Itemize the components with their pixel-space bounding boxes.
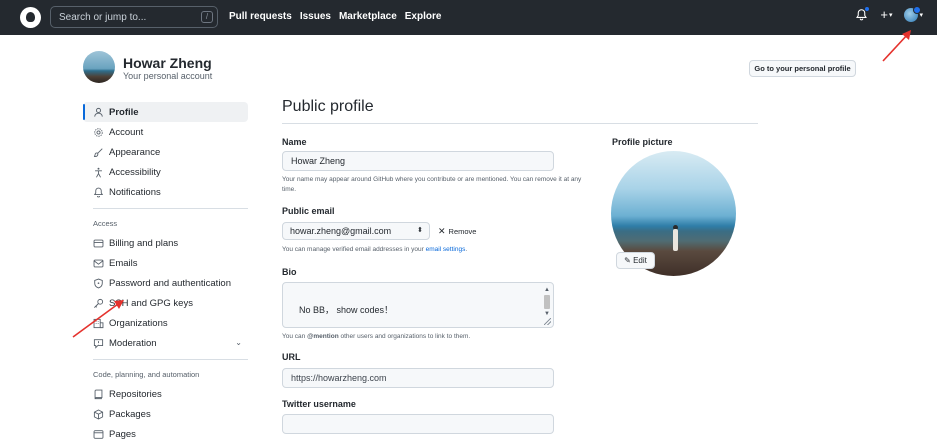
annotation-arrow-ssh	[72, 300, 124, 338]
search-shortcut-key: /	[201, 11, 213, 23]
sidebar-item-label: Emails	[109, 257, 138, 269]
twitter-field[interactable]	[282, 414, 554, 434]
search-input[interactable]: Search or jump to... /	[50, 6, 218, 28]
caret-down-icon: ▾	[888, 12, 893, 19]
top-nav: Pull requests Issues Marketplace Explore	[229, 11, 441, 22]
remove-label: Remove	[448, 227, 477, 236]
header-actions: + ▾ ▾	[855, 6, 923, 22]
annotation-arrow-avatar	[882, 30, 911, 62]
gear-icon	[93, 127, 104, 138]
bio-label: Bio	[282, 267, 297, 277]
photo-person	[673, 229, 678, 251]
scroll-down-icon[interactable]: ▼	[543, 310, 551, 318]
email-note: You can manage verified email addresses …	[282, 245, 582, 255]
email-note-end: .	[465, 246, 468, 253]
github-logo-icon[interactable]	[20, 7, 41, 28]
paintbrush-icon	[93, 147, 104, 158]
sidebar-item-label: Notifications	[109, 186, 161, 198]
select-arrows-icon: ⬍	[417, 227, 423, 234]
bio-value: No BB， show codes！	[299, 305, 394, 315]
edit-picture-button[interactable]: ✎ Edit	[616, 252, 655, 269]
nav-issues[interactable]: Issues	[300, 11, 331, 22]
notifications-bell-icon[interactable]	[855, 6, 871, 22]
sidebar-divider	[93, 359, 248, 360]
bio-note-start: You can	[282, 333, 308, 340]
remove-email-button[interactable]: ✕ Remove	[438, 226, 476, 237]
repo-icon	[93, 389, 104, 400]
unread-dot	[864, 6, 871, 12]
bell-icon	[93, 187, 104, 198]
name-note: Your name may appear around GitHub where…	[282, 176, 582, 193]
sidebar-item-label: Packages	[109, 408, 151, 420]
name-field[interactable]: Howar Zheng	[282, 151, 554, 171]
url-label: URL	[282, 352, 301, 362]
sidebar-item-label: Account	[109, 126, 144, 138]
accessibility-icon	[93, 167, 104, 178]
public-email-value: howar.zheng@gmail.com	[290, 226, 392, 236]
top-header: Search or jump to... / Pull requests Iss…	[0, 0, 937, 35]
x-icon: ✕	[438, 226, 446, 236]
email-note-text: You can manage verified email addresses …	[282, 246, 424, 253]
public-email-label: Public email	[282, 206, 335, 216]
pencil-icon: ✎	[624, 256, 634, 265]
resize-grip-icon[interactable]	[544, 318, 551, 325]
public-email-select[interactable]: howar.zheng@gmail.com ⬍	[282, 222, 430, 240]
email-settings-link[interactable]: email settings	[426, 246, 466, 253]
sidebar-section-code: Code, planning, and automation	[93, 370, 200, 379]
sidebar-item-emails[interactable]: Emails	[83, 253, 248, 273]
sidebar-item-appearance[interactable]: Appearance	[83, 142, 248, 162]
sidebar-section-access: Access	[93, 219, 118, 228]
scroll-up-icon[interactable]: ▲	[543, 286, 551, 294]
go-to-profile-button[interactable]: Go to your personal profile	[749, 60, 856, 77]
user-name: Howar Zheng	[123, 55, 212, 71]
sidebar-item-billing[interactable]: Billing and plans	[83, 233, 248, 253]
sidebar-item-label: Accessibility	[109, 166, 161, 178]
bio-textarea[interactable]: No BB， show codes！ ▲ ▼	[282, 282, 554, 328]
plus-icon: +	[880, 7, 888, 22]
user-avatar	[83, 51, 115, 83]
mail-icon	[93, 258, 104, 269]
user-menu[interactable]: ▾	[904, 6, 923, 22]
mention-text: @mention	[307, 333, 339, 340]
sidebar-divider	[93, 208, 248, 209]
sidebar-item-label: Appearance	[109, 146, 161, 158]
sidebar-item-label: Repositories	[109, 388, 162, 400]
user-avatar-small	[904, 6, 922, 22]
credit-card-icon	[93, 238, 104, 249]
name-label: Name	[282, 137, 307, 147]
person-icon	[93, 107, 104, 118]
bio-note-text: other users and organizations to link to…	[338, 333, 471, 340]
settings-sidebar: Profile Account Appearance Accessibility…	[83, 102, 248, 444]
shield-lock-icon	[93, 278, 104, 289]
url-field[interactable]: https://howarzheng.com	[282, 368, 554, 388]
profile-picture-label: Profile picture	[612, 137, 673, 147]
sidebar-item-notifications[interactable]: Notifications	[83, 182, 248, 202]
page-title: Public profile	[282, 98, 374, 115]
nav-explore[interactable]: Explore	[405, 11, 442, 22]
twitter-label: Twitter username	[282, 399, 356, 409]
sidebar-item-pages[interactable]: Pages	[83, 424, 248, 444]
user-subtitle: Your personal account	[123, 71, 213, 81]
search-placeholder: Search or jump to...	[59, 12, 147, 23]
sidebar-item-accessibility[interactable]: Accessibility	[83, 162, 248, 182]
sidebar-item-profile[interactable]: Profile	[83, 102, 248, 122]
scroll-thumb[interactable]	[544, 295, 550, 309]
create-new-menu[interactable]: + ▾	[880, 8, 892, 22]
bio-note: You can @mention other users and organiz…	[282, 332, 582, 342]
sidebar-item-packages[interactable]: Packages	[83, 404, 248, 424]
chevron-down-icon[interactable]: ⌄	[235, 338, 242, 347]
sidebar-item-label: Password and authentication	[109, 277, 231, 289]
nav-pull-requests[interactable]: Pull requests	[229, 11, 292, 22]
edit-label: Edit	[633, 256, 647, 265]
sidebar-item-account[interactable]: Account	[83, 122, 248, 142]
sidebar-item-label: Billing and plans	[109, 237, 179, 249]
sidebar-item-label: Profile	[109, 106, 139, 118]
title-divider	[282, 123, 758, 124]
sidebar-item-repositories[interactable]: Repositories	[83, 384, 248, 404]
package-icon	[93, 409, 104, 420]
nav-marketplace[interactable]: Marketplace	[339, 11, 397, 22]
